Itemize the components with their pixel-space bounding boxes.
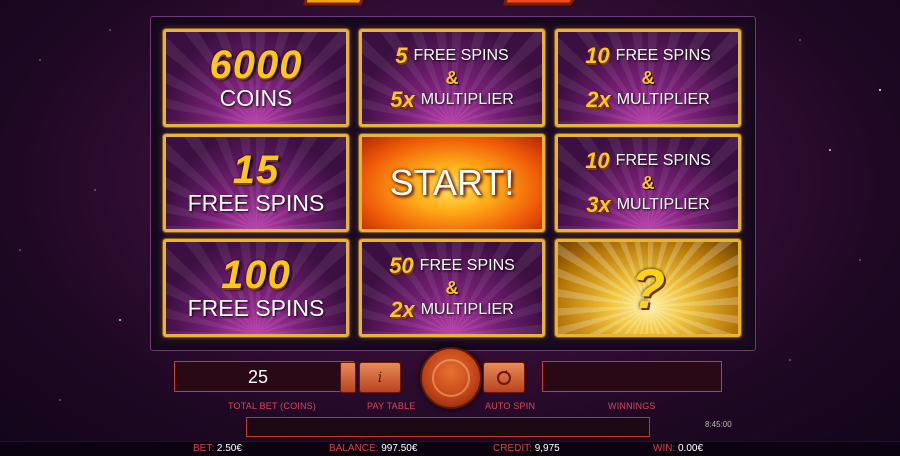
multiplier-value: 2x: [586, 87, 611, 112]
prize-tile-10-spins-2x: 10 FREE SPINS & 2x MULTIPLIER: [555, 29, 741, 127]
winnings-box: [542, 361, 722, 392]
winnings-caption: WINNINGS: [608, 401, 656, 411]
ampersand: &: [641, 173, 655, 193]
balance-status: BALANCE: 997.50€: [329, 443, 417, 454]
balance-status-value: 997.50€: [381, 443, 418, 454]
prize-tile-15-free-spins: 15 FREE SPINS: [163, 134, 349, 232]
multiplier-value: 5x: [390, 87, 415, 112]
prize-tile-6000-coins: 6000 COINS: [163, 29, 349, 127]
ampersand: &: [445, 278, 459, 298]
prize-tile-5-spins-5x: 5 FREE SPINS & 5x MULTIPLIER: [359, 29, 545, 127]
spins-count: 10: [585, 148, 610, 173]
info-icon: i: [377, 369, 383, 386]
multiplier-value: 3x: [586, 192, 611, 217]
pay-table-button[interactable]: i: [359, 362, 401, 393]
bet-status-value: 2.50€: [216, 443, 242, 454]
prize-amount: 6000: [209, 43, 303, 87]
spins-count: 50: [389, 253, 414, 278]
ampersand: &: [641, 68, 655, 88]
auto-spin-button[interactable]: [483, 362, 525, 393]
start-button[interactable]: START!: [359, 134, 545, 232]
prize-amount: 100: [221, 253, 291, 297]
svg-text:Bonus: Bonus: [395, 0, 457, 4]
prize-tile-100-free-spins: 100 FREE SPINS: [163, 239, 349, 337]
win-status-value: 0.00€: [678, 443, 704, 454]
ampersand: &: [445, 68, 459, 88]
clock: 8:45:00: [705, 420, 732, 429]
bet-status: BET: 2.50€: [193, 443, 242, 454]
prize-tile-10-spins-3x: 10 FREE SPINS & 3x MULTIPLIER: [555, 134, 741, 232]
multiplier-label: MULTIPLIER: [420, 301, 514, 318]
prize-unit: COINS: [219, 85, 293, 111]
multiplier-label: MULTIPLIER: [420, 91, 514, 108]
mystery-prize-tile: ?: [555, 239, 741, 337]
spin-button[interactable]: [420, 347, 482, 409]
status-bar: BET: 2.50€ BALANCE: 997.50€ CREDIT: 9,97…: [0, 441, 900, 456]
credit-status-label: CREDIT:: [493, 443, 532, 454]
spins-count: 10: [585, 43, 610, 68]
win-status-label: WIN:: [653, 443, 676, 454]
total-bet-value: 25: [247, 367, 269, 387]
spins-label: FREE SPINS: [615, 152, 711, 169]
win-status: WIN: 0.00€: [653, 443, 703, 454]
auto-spin-caption: AUTO SPIN: [485, 401, 536, 411]
spin-icon: [432, 359, 470, 397]
question-mark-icon: ?: [630, 256, 666, 320]
pay-table-caption: PAY TABLE: [367, 401, 416, 411]
total-bet-box[interactable]: 25: [174, 361, 354, 392]
spins-label: FREE SPINS: [413, 47, 509, 64]
credit-status-value: 9,975: [534, 443, 560, 454]
prize-unit: FREE SPINS: [187, 295, 325, 321]
spins-count: 5: [395, 43, 408, 68]
total-bet-caption: TOTAL BET (COINS): [228, 401, 317, 411]
spins-label: FREE SPINS: [615, 47, 711, 64]
start-label: START!: [389, 162, 515, 203]
prize-amount: 15: [232, 148, 280, 192]
bet-adjust-button[interactable]: [340, 362, 356, 393]
multiplier-label: MULTIPLIER: [616, 91, 710, 108]
multiplier-label: MULTIPLIER: [616, 196, 710, 213]
spins-label: FREE SPINS: [419, 257, 515, 274]
bonus-board: 6000 COINS 5 FREE SPINS & 5x MULTIPLIER 10…: [150, 16, 756, 351]
prize-tile-50-spins-2x: 50 FREE SPINS & 2x MULTIPLIER: [359, 239, 545, 337]
bet-status-label: BET:: [193, 443, 215, 454]
multiplier-value: 2x: [390, 297, 415, 322]
message-bar: [246, 417, 650, 437]
credit-status: CREDIT: 9,975: [493, 443, 560, 454]
auto-spin-icon: [497, 369, 511, 385]
balance-status-label: BALANCE:: [329, 443, 379, 454]
prize-unit: FREE SPINS: [187, 190, 325, 216]
